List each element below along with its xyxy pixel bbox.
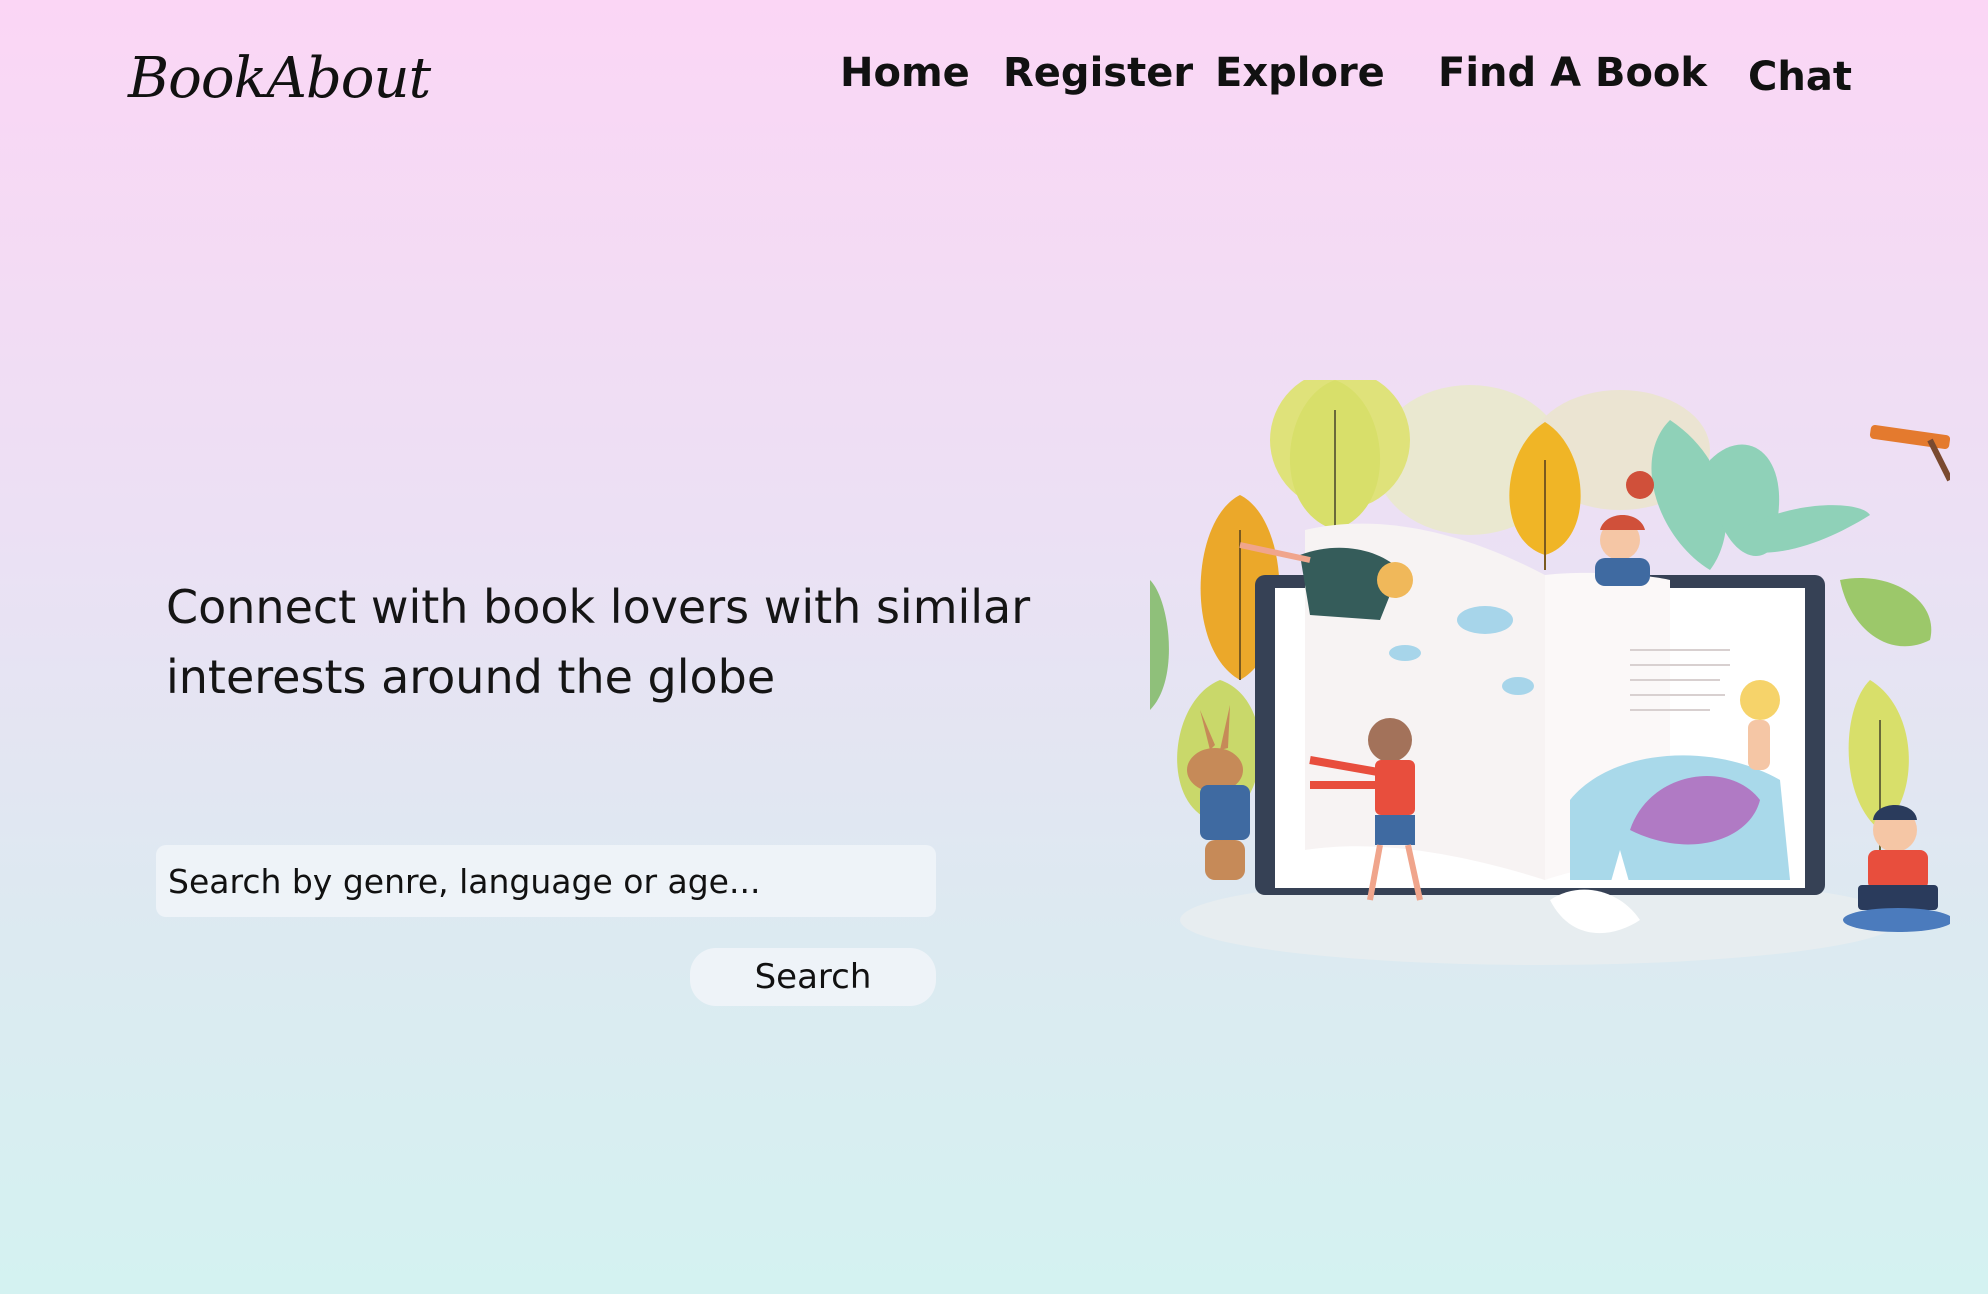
hero-tagline-line-1: Connect with book lovers with similar xyxy=(166,580,1031,634)
nav-home[interactable]: Home xyxy=(840,50,970,96)
nav-register[interactable]: Register xyxy=(1003,50,1193,96)
book-illustration xyxy=(1150,380,1950,965)
search-input[interactable] xyxy=(166,860,936,902)
main-nav: Home Register Explore Find A Book Chat xyxy=(0,50,1988,110)
nav-explore[interactable]: Explore xyxy=(1215,50,1385,96)
hero-tagline-line-2: interests around the globe xyxy=(166,650,776,704)
child-with-laptop xyxy=(1843,805,1950,932)
nav-find-a-book[interactable]: Find A Book xyxy=(1438,50,1707,96)
search-field[interactable] xyxy=(156,845,936,917)
search-button[interactable]: Search xyxy=(690,948,936,1006)
nav-chat[interactable]: Chat xyxy=(1748,54,1852,100)
telescope xyxy=(1869,425,1950,482)
hero-tagline: Connect with book lovers with similar in… xyxy=(166,572,1066,712)
